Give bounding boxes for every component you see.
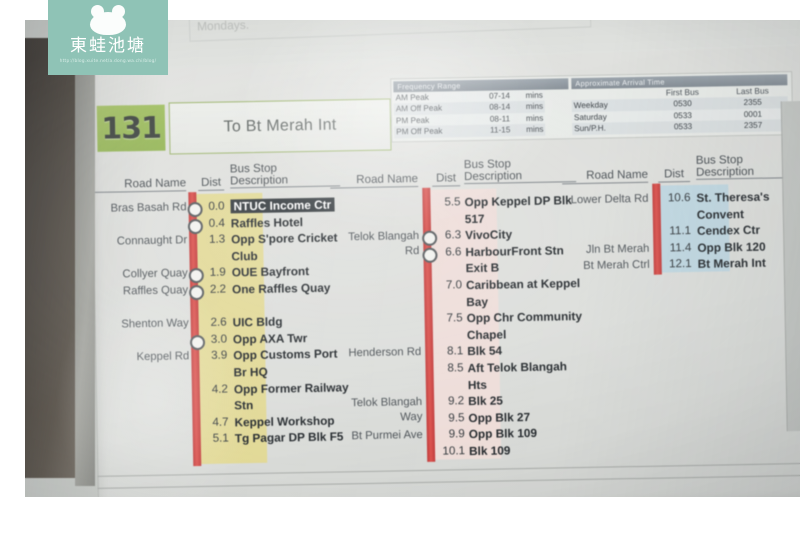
distance-cell: 11.1 (669, 224, 692, 238)
distance-cell: 8.5 (447, 361, 464, 375)
road-name-cell: Bras Basah Rd (110, 201, 187, 215)
arrival-last: 2357 (743, 120, 763, 131)
arrival-time-table: Approximate Arrival Time First Bus Last … (571, 74, 789, 135)
col-header-bus-stop-description: Bus Stop Description (463, 157, 577, 185)
frequency-value: 08-14 (489, 102, 511, 113)
col-header-bus-stop-description: Bus Stop Description (229, 161, 341, 189)
distance-cell: 2.2 (209, 282, 227, 296)
col-header-dist: Dist (431, 171, 461, 187)
shelter-frame-post-left-inner (75, 34, 95, 486)
distance-cell: 1.3 (208, 232, 226, 247)
distance-cell: 5.5 (444, 195, 461, 209)
frog-icon (87, 5, 129, 35)
distance-cell: 6.6 (445, 245, 462, 259)
col-header-desc-line2: Description (463, 168, 523, 183)
road-name-cell: Telok Blangah Rd (348, 230, 420, 257)
bus-route-guide-panel: Mondays. 131 To Bt Merah Int Frequency R… (89, 20, 800, 497)
distance-cell: 10.6 (667, 191, 691, 205)
distance-cell: 7.5 (446, 311, 463, 325)
arrival-rows: First Bus Last Bus Weekday 0530 2355 Sat… (571, 85, 789, 135)
distance-cell: 9.2 (447, 394, 465, 408)
road-name-cell: Collyer Quay (122, 267, 188, 281)
watermark-title: 東蛙池塘 (70, 36, 146, 56)
bus-stop-description-cell[interactable]: Caribbean at Keppel Bay (466, 275, 587, 310)
arrival-day: Sun/P.H. (574, 123, 606, 134)
current-stop-highlight: NTUC Income Ctr (230, 197, 335, 214)
col-header-road-name: Road Name (329, 171, 419, 189)
distance-cell: 3.0 (210, 332, 228, 346)
distance-cell: 3.9 (211, 348, 228, 363)
distance-cell: 10.1 (442, 444, 466, 458)
distance-cell: 1.9 (209, 265, 226, 280)
road-name-cell: Shenton Way (121, 317, 189, 331)
distance-cell: 12.1 (668, 257, 692, 271)
bus-stop-description-cell[interactable]: Blk 109 (469, 441, 589, 460)
frequency-unit: mins (525, 113, 544, 123)
col-header-dist: Dist (197, 175, 225, 192)
col-header-desc-line2: Description (229, 172, 289, 187)
table-row: PM Off Peak 11-15 mins (394, 123, 546, 139)
frequency-unit: mins (525, 102, 544, 112)
distance-cell: 5.1 (212, 431, 229, 446)
distance-cell: 11.4 (669, 240, 692, 255)
bus-stop-description-cell[interactable]: Opp Chr Community Chapel (466, 308, 587, 343)
distance-cell: 0.0 (208, 199, 225, 213)
col-header-road-name: Road Name (94, 176, 187, 193)
distance-cell: 4.7 (212, 415, 229, 429)
distance-cell: 6.3 (444, 228, 462, 242)
frequency-value: 08-11 (489, 114, 511, 124)
frequency-rows: AM Peak 07-14 mins AM Off Peak 08-14 min… (393, 89, 546, 139)
photograph-canvas: Mondays. 131 To Bt Merah Int Frequency R… (25, 20, 800, 497)
arrival-first: 0533 (673, 122, 693, 132)
road-name-cell: Henderson Rd (348, 346, 422, 360)
road-name-cell: Lower Delta Rd (570, 192, 649, 207)
road-name-cell: Bt Purmei Ave (351, 429, 423, 443)
distance-cell: 2.6 (210, 315, 227, 330)
frequency-value: 07-14 (489, 91, 511, 101)
destination-box: To Bt Merah Int (168, 98, 392, 155)
distance-cell: 7.0 (445, 278, 463, 292)
frequency-unit: mins (525, 90, 543, 101)
road-name-cell: Connaught Dr (116, 234, 188, 248)
frequency-label: PM Off Peak (396, 126, 443, 137)
destination-label: To Bt Merah Int (223, 116, 337, 136)
route-number-badge: 131 (96, 104, 166, 152)
schedule-tables: Frequency Range AM Peak 07-14 mins AM Of… (390, 71, 794, 143)
road-name-cell: Bt Merah Ctrl (583, 259, 650, 273)
road-name-cell: Telok Blangah Way (351, 396, 423, 424)
road-name-cell: Raffles Quay (122, 284, 189, 298)
watermark-subtitle: http://blog.xuite.net/a.dong.wa.chi/blog… (59, 59, 157, 64)
distance-cell: 9.5 (448, 410, 465, 425)
frequency-unit: mins (526, 124, 544, 135)
distance-cell: 0.4 (208, 216, 225, 230)
bus-stop-description-cell[interactable]: One Raffles Quay (232, 279, 350, 298)
bus-stop-description-cell[interactable]: Aft Telok Blangah Hts (467, 358, 588, 393)
col-header-dist: Dist (657, 167, 691, 183)
col-header-road-name: Road Name (561, 167, 649, 185)
frequency-value: 11-15 (489, 125, 511, 135)
frequency-table: Frequency Range AM Peak 07-14 mins AM Of… (393, 78, 569, 139)
distance-cell: 8.1 (446, 344, 464, 358)
road-name-cell: Keppel Rd (136, 350, 190, 364)
upper-poster-text: Mondays. (196, 20, 250, 34)
distance-cell: 4.2 (211, 382, 229, 396)
blog-watermark: 東蛙池塘 http://blog.xuite.net/a.dong.wa.chi… (48, 0, 168, 75)
road-name-cell: Jln Bt Merah (585, 242, 650, 256)
distance-cell: 9.9 (448, 427, 465, 441)
